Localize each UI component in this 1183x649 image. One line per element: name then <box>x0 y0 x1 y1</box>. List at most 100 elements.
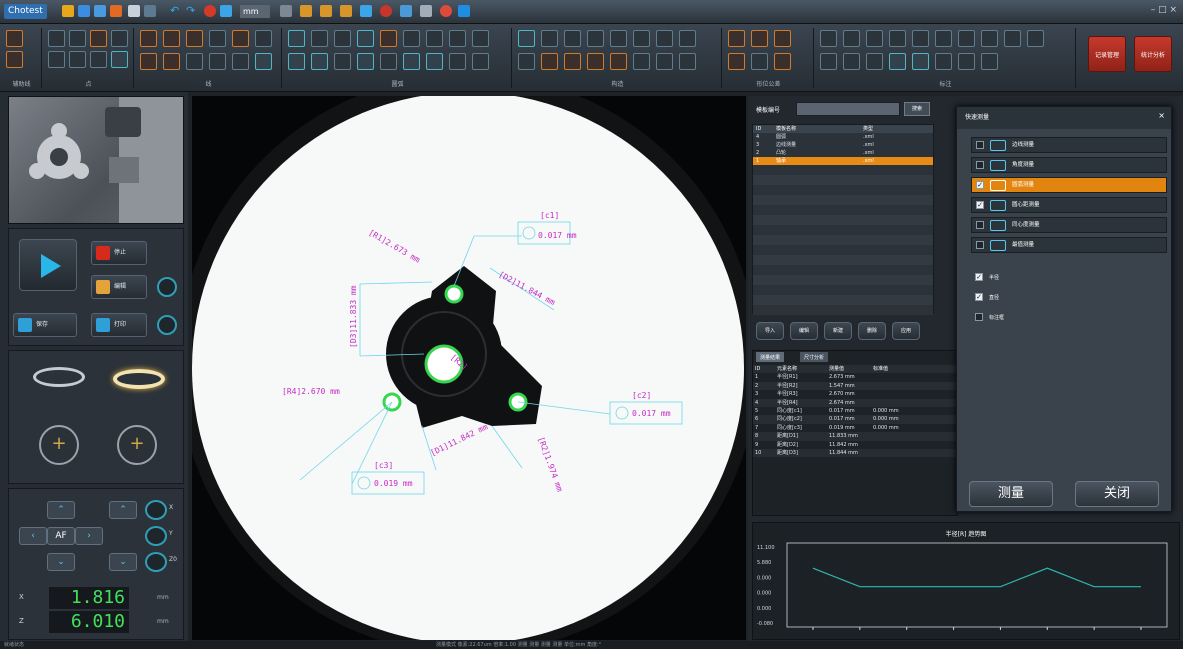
surface-light-icon[interactable] <box>117 425 157 465</box>
undo-icon[interactable]: ↶ <box>170 5 182 17</box>
construct-tool-icon[interactable] <box>541 53 558 70</box>
import-button[interactable]: 导入 <box>756 322 784 340</box>
zoom-icon[interactable] <box>280 5 292 17</box>
arc-tool-icon[interactable] <box>403 30 420 47</box>
measurement-view[interactable]: [R1]2.673 mm [D3]11.833 mm [D2]11.844 mm… <box>192 96 746 640</box>
line-tool-icon[interactable] <box>163 30 180 47</box>
arc-tool-icon[interactable] <box>357 53 374 70</box>
print-button[interactable]: 打印 <box>91 313 147 337</box>
annotate-tool-icon[interactable] <box>981 30 998 47</box>
construct-tool-icon[interactable] <box>564 53 581 70</box>
measure-tool-icon[interactable] <box>340 5 352 17</box>
line-tool-icon[interactable] <box>140 30 157 47</box>
arc-tool-icon[interactable] <box>472 53 489 70</box>
move-left-button[interactable]: ‹ <box>19 527 47 545</box>
annotate-tool-icon[interactable] <box>889 53 906 70</box>
annotate-tool-icon[interactable] <box>958 53 975 70</box>
table-row[interactable]: 10 距离[D3] 11.844 mm <box>753 448 957 458</box>
construct-tool-icon[interactable] <box>518 30 535 47</box>
unit-select[interactable]: mm <box>240 5 270 18</box>
table-row[interactable]: 5 同心度[c1] 0.017 mm 0.000 mm <box>753 407 957 415</box>
annotate-tool-icon[interactable] <box>981 53 998 70</box>
print-icon[interactable] <box>128 5 140 17</box>
dialog-close-icon[interactable]: × <box>1158 111 1165 120</box>
point-tool-icon[interactable] <box>90 51 107 68</box>
line-tool-icon[interactable] <box>186 30 203 47</box>
line-tool-icon[interactable] <box>140 53 157 70</box>
line-tool-icon[interactable] <box>232 30 249 47</box>
template-row[interactable]: 2 凸轮 .xml <box>753 149 933 157</box>
label-box-checkbox[interactable] <box>975 313 983 321</box>
arc-tool-icon[interactable] <box>426 30 443 47</box>
arc-tool-icon[interactable] <box>288 53 305 70</box>
edit-template-button[interactable]: 编辑 <box>790 322 818 340</box>
grid-icon[interactable] <box>300 5 312 17</box>
construct-tool-icon[interactable] <box>587 30 604 47</box>
redo-icon[interactable]: ↷ <box>186 5 198 17</box>
construct-tool-icon[interactable] <box>587 53 604 70</box>
construct-tool-icon[interactable] <box>656 30 673 47</box>
statistics-button[interactable]: 统计分析 <box>1134 36 1172 72</box>
window-controls[interactable]: – □ × <box>1151 5 1177 15</box>
measurement-canvas[interactable]: [R1]2.673 mm [D3]11.833 mm [D2]11.844 mm… <box>192 96 746 640</box>
play-button[interactable] <box>19 239 77 291</box>
annotate-tool-icon[interactable] <box>820 30 837 47</box>
tab-analysis[interactable]: 尺寸分析 <box>799 351 830 363</box>
settings-icon[interactable] <box>144 5 156 17</box>
construct-tool-icon[interactable] <box>679 30 696 47</box>
construct-tool-icon[interactable] <box>518 53 535 70</box>
stop-icon[interactable] <box>204 5 216 17</box>
point-tool-icon[interactable] <box>69 51 86 68</box>
z-down-button[interactable]: ⌄ <box>109 553 137 571</box>
construct-tool-icon[interactable] <box>564 30 581 47</box>
line-tool-icon[interactable] <box>255 30 272 47</box>
arc-tool-icon[interactable] <box>288 30 305 47</box>
line-tool-icon[interactable] <box>255 53 272 70</box>
line-tool-icon[interactable] <box>209 30 226 47</box>
table-row[interactable]: 7 同心度[c3] 0.019 mm 0.000 mm <box>753 424 957 432</box>
aux-line-tool-icon[interactable] <box>6 30 23 47</box>
template-row[interactable]: 4 圆弧 .xml <box>753 133 933 141</box>
table-row[interactable]: 8 距离[D1] 11.833 mm <box>753 432 957 441</box>
arc-tool-icon[interactable] <box>334 30 351 47</box>
measure-item-center-distance[interactable]: ✓ 圆心距测量 <box>971 197 1167 213</box>
save-button[interactable]: 保存 <box>13 313 77 337</box>
arc-tool-icon[interactable] <box>449 30 466 47</box>
save-icon[interactable] <box>78 5 90 17</box>
tab-results[interactable]: 测量结果 <box>755 351 786 363</box>
z-up-button[interactable]: ⌃ <box>109 501 137 519</box>
report-icon[interactable] <box>110 5 122 17</box>
y-zero-icon[interactable] <box>145 526 167 546</box>
point-tool-icon[interactable] <box>111 51 128 68</box>
diameter-checkbox[interactable]: ✓ <box>975 293 983 301</box>
ring-light-off-icon[interactable] <box>33 367 85 387</box>
measure-item-angle[interactable]: 角度测量 <box>971 157 1167 173</box>
annotate-tool-icon[interactable] <box>912 53 929 70</box>
arc-tool-icon[interactable] <box>380 30 397 47</box>
save-as-icon[interactable] <box>94 5 106 17</box>
download-icon[interactable] <box>360 5 372 17</box>
arc-tool-icon[interactable] <box>311 30 328 47</box>
table-row[interactable]: 6 同心度[c2] 0.017 mm 0.000 mm <box>753 415 957 424</box>
measure-item-arc[interactable]: ✓ 圆弧测量 <box>971 177 1167 193</box>
line-tool-icon[interactable] <box>232 53 249 70</box>
camera-icon[interactable] <box>400 5 412 17</box>
arc-tool-icon[interactable] <box>380 53 397 70</box>
ring-light-on-icon[interactable] <box>113 369 165 389</box>
arc-tool-icon[interactable] <box>449 53 466 70</box>
light-icon[interactable] <box>420 5 432 17</box>
z-zero-icon[interactable] <box>145 552 167 572</box>
cursor-icon[interactable] <box>220 5 232 17</box>
record-icon[interactable] <box>380 5 392 17</box>
annotate-tool-icon[interactable] <box>889 30 906 47</box>
tolerance-tool-icon[interactable] <box>751 53 768 70</box>
construct-tool-icon[interactable] <box>541 30 558 47</box>
arc-tool-icon[interactable] <box>311 53 328 70</box>
measure-button[interactable]: 测量 <box>969 481 1053 507</box>
settings-round-button[interactable] <box>157 315 177 335</box>
table-row[interactable]: 1 半径[R1] 2.673 mm <box>753 373 957 381</box>
arc-tool-icon[interactable] <box>472 30 489 47</box>
tolerance-tool-icon[interactable] <box>774 53 791 70</box>
line-tool-icon[interactable] <box>163 53 180 70</box>
checkbox[interactable] <box>976 141 984 149</box>
